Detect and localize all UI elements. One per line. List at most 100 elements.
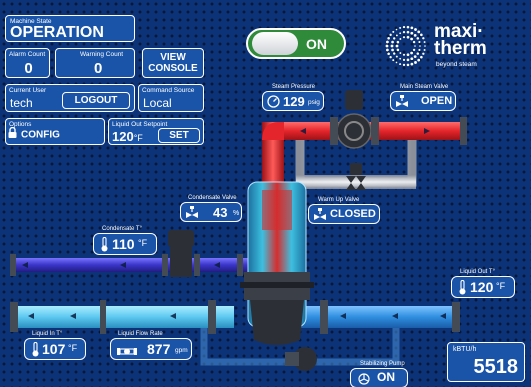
logo-dot <box>395 61 398 64</box>
logo-dot <box>416 52 420 55</box>
config-button[interactable]: CONFIG <box>8 126 80 143</box>
steam-pressure-label: Steam Pressure <box>272 84 316 90</box>
logo-dot <box>399 52 402 54</box>
logo-dot <box>410 62 414 66</box>
logo-dot <box>410 31 414 35</box>
current-user-value: tech <box>10 96 33 110</box>
liquid-out-setpoint-value: 120 <box>112 129 134 144</box>
liquid-out-setpoint-readout[interactable]: 120°F <box>112 129 143 144</box>
logo-dot <box>402 36 406 39</box>
command-source-label: Command Source <box>142 87 195 94</box>
liquid-flow-rate-readout[interactable]: 877 gpm <box>110 338 192 360</box>
set-button[interactable]: SET <box>158 128 200 143</box>
command-source-panel: Command Source Local <box>138 84 204 112</box>
logo-dot <box>424 45 426 47</box>
logo-dot <box>406 53 410 57</box>
logo-dot <box>395 55 398 58</box>
logo-dot <box>406 30 410 34</box>
steam-pressure-unit: psig <box>308 99 320 106</box>
logo-dot <box>422 37 425 40</box>
gauge-icon <box>267 95 280 113</box>
logo-dot <box>402 25 406 29</box>
logo-dot <box>412 48 416 52</box>
main-steam-valve-label: Main Steam Valve <box>400 84 449 90</box>
logo-dot <box>395 28 398 31</box>
logo-dot <box>406 63 410 67</box>
logo-dot <box>418 48 421 51</box>
condensate-valve-value: 43 <box>213 205 228 220</box>
logo-dot <box>413 55 417 58</box>
logo-dot <box>414 28 417 31</box>
liquid-out-setpoint-label: Liquid Out Setpoint <box>112 121 168 128</box>
liquid-in-temp-readout[interactable]: 107 °F <box>24 338 86 360</box>
liquid-in-temp-label: Liquid In T° <box>32 331 63 337</box>
logo-dot <box>386 40 389 44</box>
stabilizing-pump-readout[interactable]: ON <box>350 368 408 387</box>
logo-dot <box>389 33 392 36</box>
logo-dot <box>413 34 417 37</box>
logo-dot <box>410 57 414 61</box>
condensate-valve-unit: % <box>233 210 240 217</box>
liquid-out-setpoint-unit: °F <box>133 133 143 143</box>
logo-dot <box>410 51 413 55</box>
logo-dot <box>399 38 402 40</box>
condensate-temp-readout[interactable]: 110 °F <box>93 233 157 255</box>
kbtu-panel: kBTU/h 5518 <box>447 342 525 382</box>
logo-dot <box>387 52 390 56</box>
logo-line2: therm <box>434 38 487 59</box>
steam-pressure-readout[interactable]: 129 psig <box>262 91 324 111</box>
logo-dot <box>423 41 426 44</box>
logout-button[interactable]: LOGOUT <box>62 92 130 109</box>
logo-dot <box>399 32 402 35</box>
machine-state-panel: Machine State OPERATION <box>5 15 135 42</box>
valve-icon <box>314 208 326 226</box>
thermometer-icon <box>100 236 109 257</box>
logo-dot <box>402 53 406 56</box>
logo-dot <box>391 48 394 52</box>
warning-count-label: Warning Count <box>80 51 124 58</box>
logo-dot <box>406 58 410 62</box>
power-toggle[interactable]: ON <box>246 28 346 59</box>
liquid-out-temp-label: Liquid Out T° <box>460 269 495 275</box>
logo-dot <box>406 25 410 29</box>
logo-dot <box>399 57 402 60</box>
logo-dot <box>392 30 395 33</box>
current-user-label: Current User <box>9 87 47 94</box>
logo-dot <box>390 44 394 48</box>
logo-dot <box>392 59 395 62</box>
steam-pressure-value: 129 <box>283 94 305 109</box>
maxitherm-logo: maxi· therm beyond steam <box>384 22 524 72</box>
warm-up-valve-value: CLOSED <box>330 208 376 220</box>
logo-dot <box>402 31 406 34</box>
logo-dot <box>414 61 417 64</box>
warm-up-valve-readout[interactable]: CLOSED <box>308 204 380 224</box>
view-console-line1: VIEW <box>160 52 186 63</box>
logo-dot <box>395 44 399 48</box>
warning-count-panel[interactable]: Warning Count 0 <box>55 48 135 78</box>
lock-icon <box>8 126 17 143</box>
logo-dot <box>395 34 398 37</box>
pump-icon <box>357 372 371 387</box>
view-console-button[interactable]: VIEW CONSOLE <box>142 48 204 78</box>
liquid-out-temp-readout[interactable]: 120 °F <box>451 276 515 298</box>
view-console-line2: CONSOLE <box>148 63 198 74</box>
logo-dot <box>422 52 425 55</box>
logo-dot <box>393 37 396 40</box>
logo-dot <box>417 30 421 34</box>
logo-dot <box>391 40 394 44</box>
logo-dot <box>386 48 389 52</box>
main-steam-valve-readout[interactable]: OPEN <box>390 91 456 111</box>
logo-dot <box>420 33 423 37</box>
valve-icon <box>186 206 198 224</box>
logo-dot <box>417 58 421 62</box>
condensate-temp-unit: °F <box>138 238 148 248</box>
liquid-in-temp-value: 107 <box>42 341 66 357</box>
logo-dot <box>385 44 389 48</box>
logo-dot <box>414 45 416 47</box>
kbtu-label: kBTU/h <box>453 346 477 353</box>
alarm-count-panel[interactable]: Alarm Count 0 <box>5 48 50 78</box>
condensate-valve-label: Condensate Valve <box>188 195 237 201</box>
condensate-valve-readout[interactable]: 43 % <box>180 202 242 222</box>
valve-icon <box>396 95 408 113</box>
logo-dot <box>402 63 406 67</box>
